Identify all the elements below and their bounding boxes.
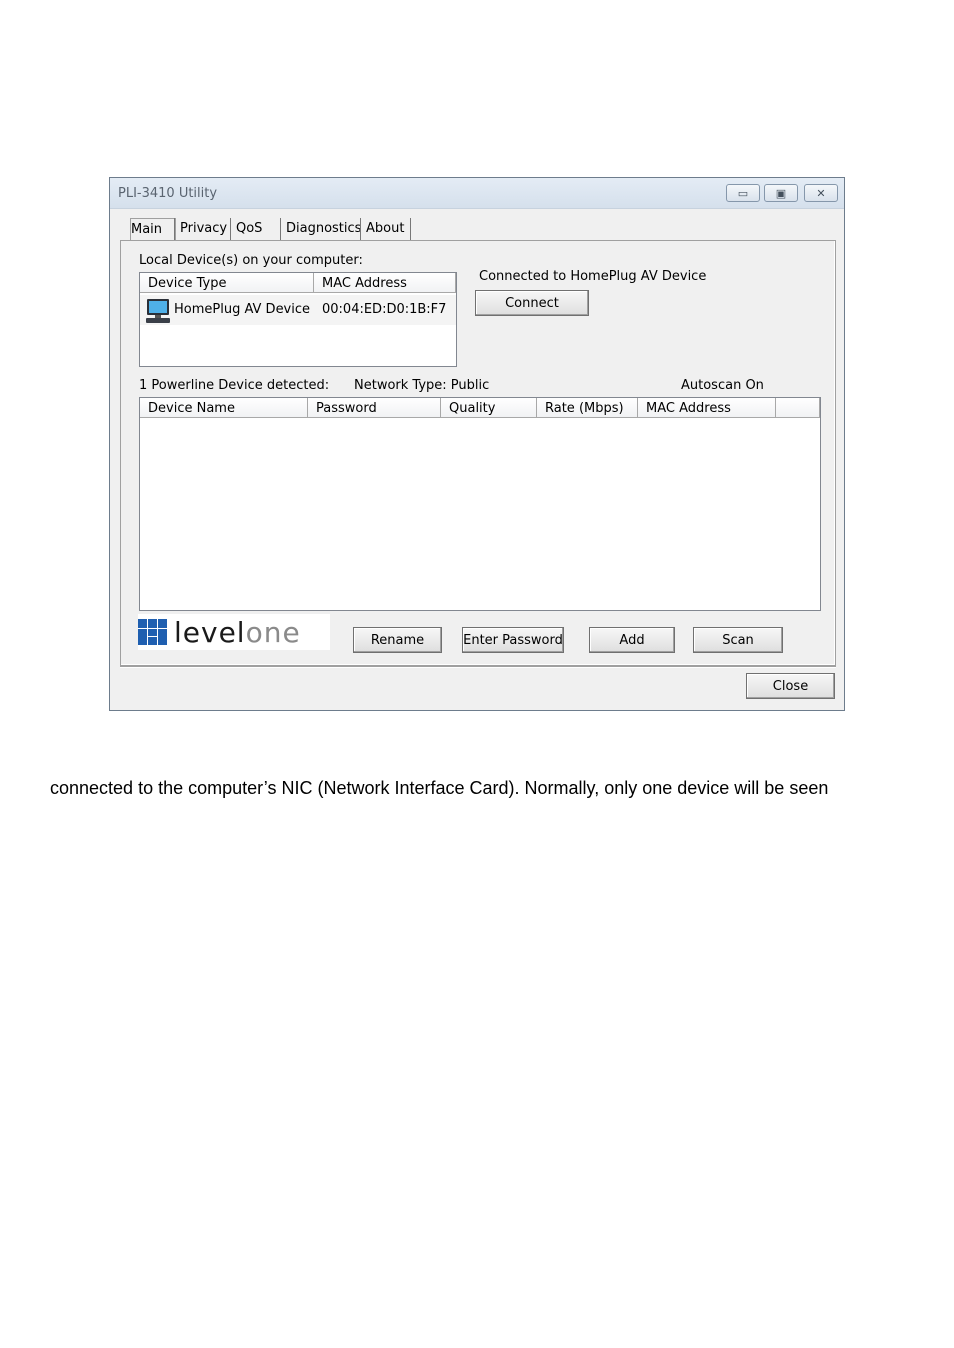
column-rate[interactable]: Rate (Mbps) xyxy=(537,398,638,418)
add-button[interactable]: Add xyxy=(589,627,675,653)
separator xyxy=(120,666,836,668)
tab-diagnostics[interactable]: Diagnostics xyxy=(280,218,361,240)
maximize-icon: ▣ xyxy=(775,186,787,200)
enter-password-button[interactable]: Enter Password xyxy=(462,627,564,653)
connected-label: Connected to HomePlug AV Device xyxy=(479,269,707,284)
network-type-label: Network Type: Public xyxy=(354,378,490,393)
column-password[interactable]: Password xyxy=(308,398,441,418)
column-mac-address[interactable]: MAC Address xyxy=(314,273,456,293)
logo-mark-icon xyxy=(138,619,167,645)
local-devices-heading: Local Device(s) on your computer: xyxy=(139,253,363,268)
scan-button[interactable]: Scan xyxy=(693,627,783,653)
mac-address-cell: 00:04:ED:D0:1B:F7 xyxy=(322,302,447,317)
tab-privacy[interactable]: Privacy xyxy=(174,218,227,240)
minimize-icon: ▭ xyxy=(737,186,749,200)
caption-text: connected to the computer’s NIC (Network… xyxy=(50,778,829,798)
column-device-name[interactable]: Device Name xyxy=(140,398,308,418)
main-tab-panel: Local Device(s) on your computer: Device… xyxy=(120,240,836,666)
maximize-button[interactable]: ▣ xyxy=(764,184,798,202)
close-button[interactable]: Close xyxy=(746,673,835,699)
utility-window: PLI-3410 Utility ▭ ▣ ✕ Main Privacy QoS … xyxy=(109,177,845,711)
column-extra[interactable] xyxy=(776,398,820,418)
close-icon: ✕ xyxy=(816,186,826,200)
computer-icon xyxy=(146,299,170,323)
title-bar[interactable]: PLI-3410 Utility ▭ ▣ ✕ xyxy=(110,178,844,209)
device-type-cell: HomePlug AV Device xyxy=(174,302,311,317)
tab-main[interactable]: Main xyxy=(130,218,176,240)
column-remote-mac[interactable]: MAC Address xyxy=(638,398,776,418)
powerline-devices-list[interactable]: Device Name Password Quality Rate (Mbps)… xyxy=(139,397,821,611)
connect-button[interactable]: Connect xyxy=(475,290,589,316)
tab-qos[interactable]: QoS xyxy=(230,218,262,240)
tab-about[interactable]: About xyxy=(360,218,412,240)
minimize-button[interactable]: ▭ xyxy=(726,184,760,202)
levelone-logo: levelone xyxy=(138,614,330,650)
autoscan-label: Autoscan On xyxy=(681,378,764,393)
column-quality[interactable]: Quality xyxy=(441,398,537,418)
devices-detected-label: 1 Powerline Device detected: xyxy=(139,378,330,393)
window-title: PLI-3410 Utility xyxy=(118,186,218,201)
rename-button[interactable]: Rename xyxy=(353,627,442,653)
logo-text-one: one xyxy=(245,615,301,649)
table-row[interactable]: HomePlug AV Device 00:04:ED:D0:1B:F7 xyxy=(140,295,456,325)
close-window-button[interactable]: ✕ xyxy=(804,184,838,202)
column-device-type[interactable]: Device Type xyxy=(140,273,314,293)
local-devices-list[interactable]: Device Type MAC Address HomePlug AV Devi… xyxy=(139,272,457,367)
logo-text-level: level xyxy=(174,615,246,649)
